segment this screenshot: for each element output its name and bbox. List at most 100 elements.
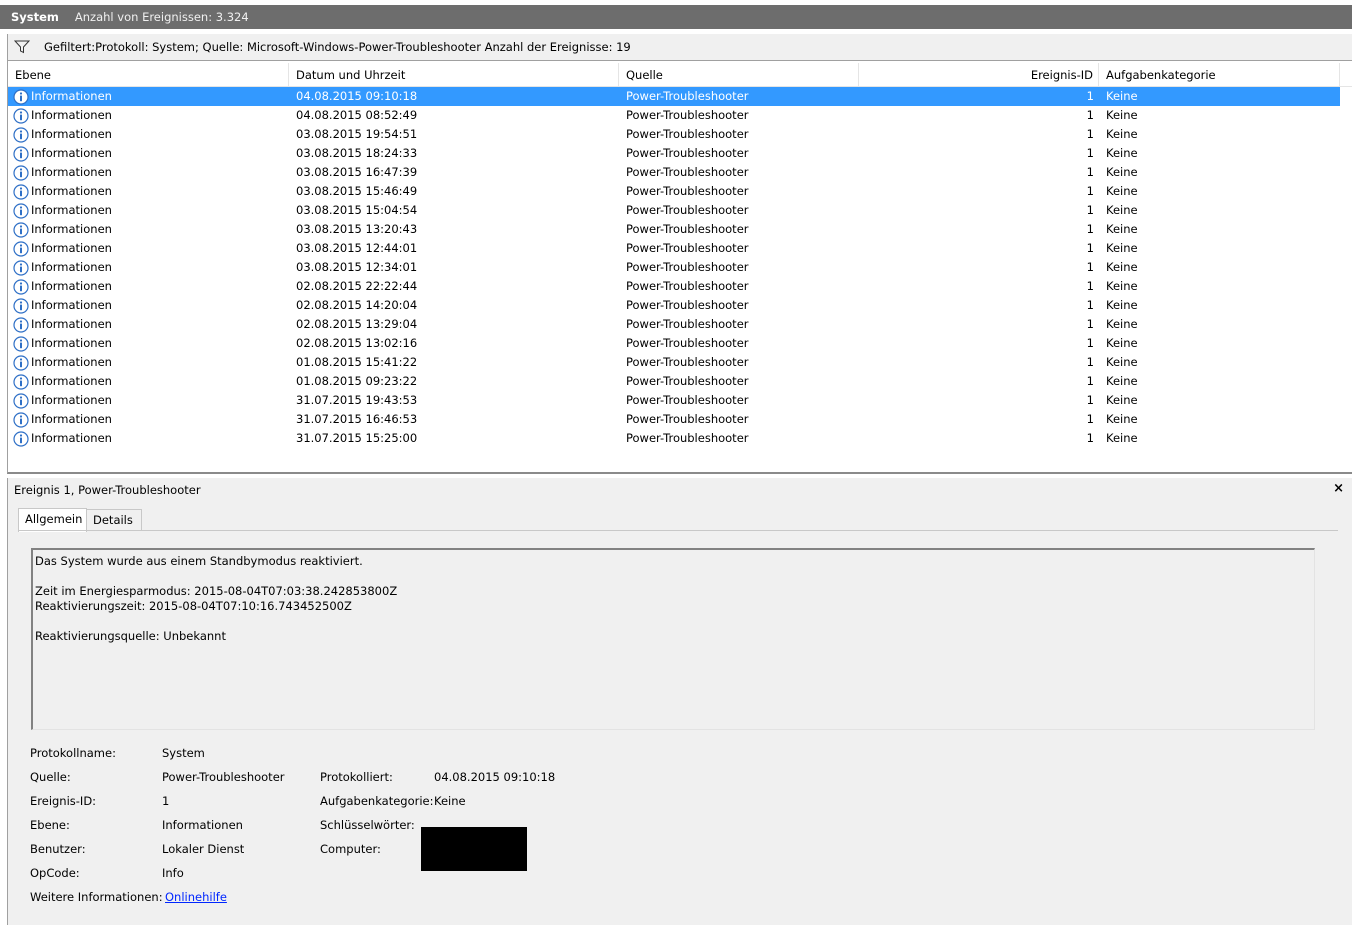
redacted-computer-name <box>421 827 527 871</box>
column-header-source[interactable]: Quelle <box>619 63 859 87</box>
info-icon <box>13 354 29 371</box>
cell-event-id: 1 <box>1086 431 1094 445</box>
cell-event-id: 1 <box>1086 279 1094 293</box>
table-row[interactable]: Informationen 03.08.2015 18:24:33 Power-… <box>8 144 1352 163</box>
table-row[interactable]: Informationen 03.08.2015 15:46:49 Power-… <box>8 182 1352 201</box>
column-header-date[interactable]: Datum und Uhrzeit <box>289 63 619 87</box>
label-opcode: OpCode: <box>30 866 80 880</box>
level-text: Informationen <box>31 165 112 179</box>
cell-event-id: 1 <box>1086 241 1094 255</box>
cell-date: 03.08.2015 12:34:01 <box>296 260 418 274</box>
event-message-box[interactable]: Das System wurde aus einem Standbymodus … <box>31 548 1315 730</box>
filter-bar: Gefiltert:Protokoll: System; Quelle: Mic… <box>7 34 1352 60</box>
column-header-event-id[interactable]: Ereignis-ID <box>859 63 1099 87</box>
table-row[interactable]: Informationen 31.07.2015 16:46:53 Power-… <box>8 410 1352 429</box>
cell-level: Informationen <box>13 220 283 239</box>
tab-details[interactable]: Details <box>87 509 142 531</box>
column-header-level[interactable]: Ebene <box>8 63 289 87</box>
cell-task-category: Keine <box>1106 108 1138 122</box>
cell-date: 03.08.2015 19:54:51 <box>296 127 418 141</box>
table-row[interactable]: Informationen 31.07.2015 15:25:00 Power-… <box>8 429 1352 448</box>
tab-general[interactable]: Allgemein <box>18 508 87 532</box>
cell-date: 03.08.2015 15:04:54 <box>296 203 418 217</box>
filter-description: Gefiltert:Protokoll: System; Quelle: Mic… <box>44 40 631 54</box>
info-icon <box>13 278 29 295</box>
cell-event-id: 1 <box>1086 146 1094 160</box>
cell-date: 03.08.2015 16:47:39 <box>296 165 418 179</box>
cell-task-category: Keine <box>1106 203 1138 217</box>
cell-level: Informationen <box>13 296 283 315</box>
cell-source: Power-Troubleshooter <box>626 431 749 445</box>
info-icon <box>13 373 29 390</box>
cell-date: 03.08.2015 12:44:01 <box>296 241 418 255</box>
level-text: Informationen <box>31 89 112 103</box>
table-row[interactable]: Informationen 03.08.2015 16:47:39 Power-… <box>8 163 1352 182</box>
info-icon <box>13 126 29 143</box>
cell-task-category: Keine <box>1106 127 1138 141</box>
table-row[interactable]: Informationen 31.07.2015 19:43:53 Power-… <box>8 391 1352 410</box>
label-more-info: Weitere Informationen: <box>30 890 163 904</box>
message-line: Reaktivierungszeit: 2015-08-04T07:10:16.… <box>35 599 352 613</box>
cell-source: Power-Troubleshooter <box>626 108 749 122</box>
table-row[interactable]: Informationen 02.08.2015 22:22:44 Power-… <box>8 277 1352 296</box>
cell-level: Informationen <box>13 87 283 106</box>
cell-source: Power-Troubleshooter <box>626 222 749 236</box>
table-row[interactable]: Informationen 02.08.2015 14:20:04 Power-… <box>8 296 1352 315</box>
cell-source: Power-Troubleshooter <box>626 355 749 369</box>
cell-date: 03.08.2015 18:24:33 <box>296 146 418 160</box>
level-text: Informationen <box>31 260 112 274</box>
info-icon <box>13 411 29 428</box>
cell-level: Informationen <box>13 315 283 334</box>
level-text: Informationen <box>31 298 112 312</box>
cell-task-category: Keine <box>1106 165 1138 179</box>
cell-source: Power-Troubleshooter <box>626 298 749 312</box>
info-icon <box>13 430 29 447</box>
level-text: Informationen <box>31 203 112 217</box>
cell-event-id: 1 <box>1086 127 1094 141</box>
cell-level: Informationen <box>13 334 283 353</box>
cell-source: Power-Troubleshooter <box>626 317 749 331</box>
cell-task-category: Keine <box>1106 374 1138 388</box>
table-row[interactable]: Informationen 03.08.2015 13:20:43 Power-… <box>8 220 1352 239</box>
cell-task-category: Keine <box>1106 412 1138 426</box>
column-header-task-category[interactable]: Aufgabenkategorie <box>1099 63 1340 87</box>
cell-source: Power-Troubleshooter <box>626 412 749 426</box>
cell-task-category: Keine <box>1106 89 1138 103</box>
cell-task-category: Keine <box>1106 222 1138 236</box>
table-row[interactable]: Informationen 01.08.2015 09:23:22 Power-… <box>8 372 1352 391</box>
table-row[interactable]: Informationen 03.08.2015 15:04:54 Power-… <box>8 201 1352 220</box>
cell-task-category: Keine <box>1106 298 1138 312</box>
table-row[interactable]: Informationen 04.08.2015 09:10:18 Power-… <box>8 87 1340 106</box>
table-row[interactable]: Informationen 02.08.2015 13:29:04 Power-… <box>8 315 1352 334</box>
column-header-row: Ebene Datum und Uhrzeit Quelle Ereignis-… <box>8 63 1352 87</box>
online-help-link[interactable]: Onlinehilfe <box>165 890 227 904</box>
value-log-name: System <box>162 746 205 760</box>
table-row[interactable]: Informationen 01.08.2015 15:41:22 Power-… <box>8 353 1352 372</box>
cell-date: 31.07.2015 16:46:53 <box>296 412 418 426</box>
level-text: Informationen <box>31 374 112 388</box>
event-list[interactable]: Ebene Datum und Uhrzeit Quelle Ereignis-… <box>7 60 1352 474</box>
label-level: Ebene: <box>30 818 70 832</box>
table-row[interactable]: Informationen 02.08.2015 13:02:16 Power-… <box>8 334 1352 353</box>
level-text: Informationen <box>31 431 112 445</box>
level-text: Informationen <box>31 127 112 141</box>
cell-source: Power-Troubleshooter <box>626 241 749 255</box>
cell-level: Informationen <box>13 372 283 391</box>
label-user: Benutzer: <box>30 842 86 856</box>
info-icon <box>13 316 29 333</box>
table-row[interactable]: Informationen 04.08.2015 08:52:49 Power-… <box>8 106 1352 125</box>
message-line: Reaktivierungsquelle: Unbekannt <box>35 629 226 643</box>
table-row[interactable]: Informationen 03.08.2015 12:34:01 Power-… <box>8 258 1352 277</box>
label-log-name: Protokollname: <box>30 746 116 760</box>
label-source: Quelle: <box>30 770 71 784</box>
level-text: Informationen <box>31 336 112 350</box>
close-icon[interactable]: × <box>1333 481 1344 496</box>
level-text: Informationen <box>31 355 112 369</box>
cell-event-id: 1 <box>1086 393 1094 407</box>
cell-task-category: Keine <box>1106 184 1138 198</box>
cell-event-id: 1 <box>1086 412 1094 426</box>
cell-level: Informationen <box>13 410 283 429</box>
table-row[interactable]: Informationen 03.08.2015 12:44:01 Power-… <box>8 239 1352 258</box>
table-row[interactable]: Informationen 03.08.2015 19:54:51 Power-… <box>8 125 1352 144</box>
cell-event-id: 1 <box>1086 374 1094 388</box>
